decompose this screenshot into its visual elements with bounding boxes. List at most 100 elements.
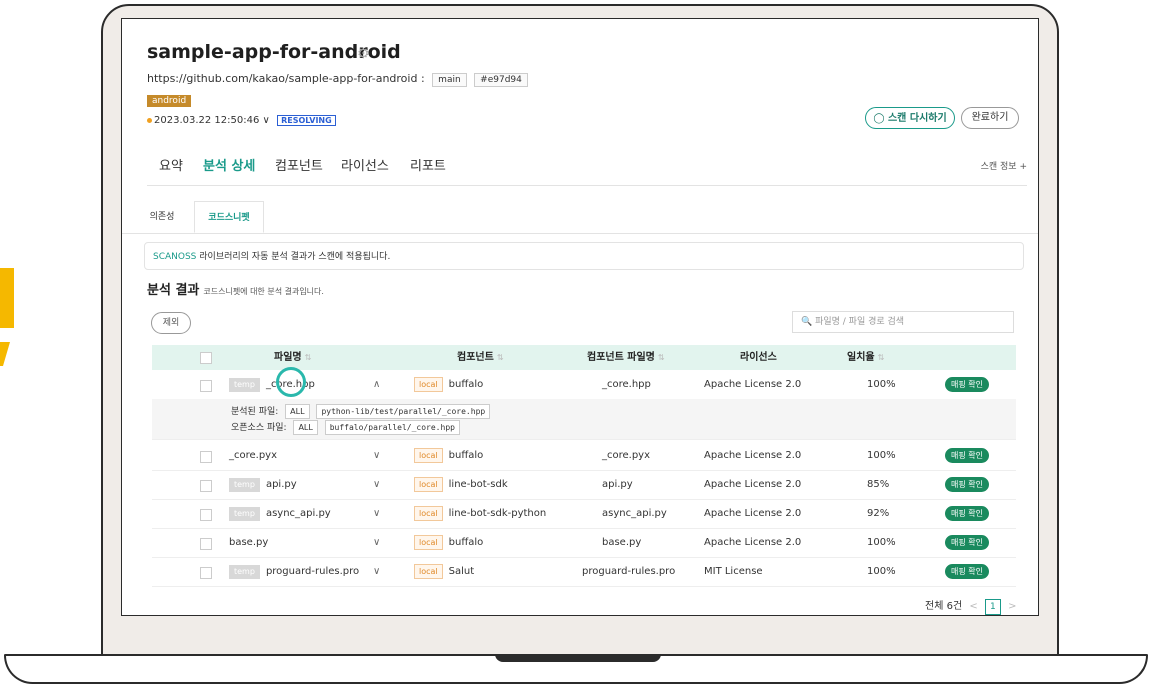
component-name: buffalo [448,379,484,390]
scope-tag: local [414,377,443,392]
file-name: async_api.py [265,508,331,519]
tab-analysis-detail[interactable]: 분석 상세 [203,155,255,174]
col-component[interactable]: 컴포넌트 ⇅ [457,345,504,370]
component-file: proguard-rules.pro [582,566,676,577]
license: MIT License [704,566,763,577]
chevron-down-icon[interactable]: ∨ [373,471,380,499]
table-row[interactable]: temp api.py ∨ local line-bot-sdk api.py Ap… [152,471,1016,500]
done-button[interactable]: 완료하기 [961,107,1019,129]
license: Apache License 2.0 [704,537,802,548]
table-row[interactable]: temp async_api.py ∨ local line-bot-sdk-pyt… [152,500,1016,529]
main-tabs: 요약 분석 상세 컴포넌트 라이선스 리포트 스캔 정보 + [147,155,1027,186]
sort-icon: ⇅ [657,353,665,362]
license: Apache License 2.0 [704,508,802,519]
sort-icon: ⇅ [496,353,504,362]
table-header: 파일명 ⇅ 컴포넌트 ⇅ 컴포넌트 파일명 ⇅ 라이선스 일치율 ⇅ [152,345,1016,370]
table-row[interactable]: _core.pyx ∨ local buffalo _core.pyx Apach… [152,442,1016,471]
sort-icon: ⇅ [877,353,885,362]
mapping-check-button[interactable]: 매핑 확인 [945,448,989,463]
repo-url[interactable]: https://github.com/kakao/sample-app-for-… [147,72,417,85]
row-checkbox[interactable] [200,567,212,579]
page-1-button[interactable]: 1 [984,599,1001,615]
match-rate: 85% [867,479,890,490]
temp-tag: temp [229,507,260,521]
chevron-down-icon[interactable]: ∨ [373,500,380,528]
component-name: line-bot-sdk-python [448,508,547,519]
component-name: buffalo [448,450,484,461]
row-checkbox[interactable] [200,538,212,550]
analyzed-scope-chip: ALL [285,404,310,419]
row-checkbox[interactable] [200,380,212,392]
table-row[interactable]: temp proguard-rules.pro ∨ local Salut prog… [152,558,1016,587]
license: Apache License 2.0 [704,450,802,461]
file-name: base.py [229,537,269,548]
app-screen: sample-app-for-android ⚙ https://github.… [121,18,1039,616]
temp-tag: temp [229,565,260,579]
row-checkbox[interactable] [200,480,212,492]
match-rate: 100% [867,450,896,461]
component-file: _core.pyx [602,450,651,461]
gear-icon[interactable]: ⚙ [357,46,370,62]
license: Apache License 2.0 [704,479,802,490]
tab-report[interactable]: 리포트 [410,155,446,174]
results-description: 코드스니펫에 대한 분석 결과입니다. [203,287,324,296]
component-file: api.py [602,479,633,490]
repo-url-line: https://github.com/kakao/sample-app-for-… [147,72,528,87]
col-match[interactable]: 일치율 ⇅ [847,345,884,370]
component-file: base.py [602,537,642,548]
component-name: Salut [448,566,475,577]
subtab-code-snippet[interactable]: 코드스니펫 [194,201,264,233]
temp-tag: temp [229,478,260,492]
analyzed-file-label: 분석된 파일: [231,407,279,417]
component-file: _core.hpp [602,379,651,390]
license: Apache License 2.0 [704,379,802,390]
notice-banner: SCANOSS 라이브러리의 자동 분석 결과가 스캔에 적용됩니다. [144,242,1024,270]
chevron-down-icon[interactable]: ∨ [263,115,270,126]
scan-info-link[interactable]: 스캔 정보 + [981,159,1027,172]
notice-highlight: SCANOSS [153,252,197,262]
chevron-down-icon[interactable]: ∨ [373,558,380,586]
commit-chip: #e97d94 [474,73,528,87]
exclude-button[interactable]: 제외 [151,312,191,334]
row-checkbox[interactable] [200,509,212,521]
subtab-dependencies[interactable]: 의존성 [140,201,184,233]
col-component-file[interactable]: 컴포넌트 파일명 ⇅ [587,345,665,370]
chevron-up-icon[interactable]: ∧ [373,371,380,399]
scope-tag: local [414,535,443,550]
chevron-down-icon[interactable]: ∨ [373,529,380,557]
select-all-checkbox[interactable] [200,352,212,364]
next-page-icon[interactable]: > [1008,601,1016,612]
prev-page-icon[interactable]: < [969,601,977,612]
mapping-check-button[interactable]: 매핑 확인 [945,477,989,492]
match-rate: 92% [867,508,890,519]
highlight-ring [276,367,306,397]
notice-text: 라이브러리의 자동 분석 결과가 스캔에 적용됩니다. [196,252,391,262]
row-checkbox[interactable] [200,451,212,463]
platform-tag: android [147,95,192,107]
rescan-button[interactable]: ◯ 스캔 다시하기 [865,107,955,129]
decorative-accent-bar [0,268,14,328]
file-name: proguard-rules.pro [265,566,360,577]
tab-summary[interactable]: 요약 [159,155,183,174]
tab-components[interactable]: 컴포넌트 [275,155,323,174]
mapping-check-button[interactable]: 매핑 확인 [945,506,989,521]
tab-licenses[interactable]: 라이선스 [341,155,389,174]
scope-tag: local [414,448,443,463]
sort-icon: ⇅ [304,353,312,362]
search-input[interactable]: 🔍 파일명 / 파일 경로 검색 [792,311,1014,333]
decorative-accent-mark [0,342,10,366]
mapping-check-button[interactable]: 매핑 확인 [945,377,989,392]
oss-scope-chip: ALL [293,420,318,435]
scope-tag: local [414,477,443,492]
analyzed-file-path: python-lib/test/parallel/_core.hpp [316,404,491,419]
sub-tabs: 의존성 코드스니펫 [122,201,1038,234]
table-row[interactable]: base.py ∨ local buffalo base.py Apache Li… [152,529,1016,558]
laptop-notch [495,654,661,662]
component-name: buffalo [448,537,484,548]
component-name: line-bot-sdk [448,479,508,490]
mapping-check-button[interactable]: 매핑 확인 [945,535,989,550]
chevron-down-icon[interactable]: ∨ [373,442,380,470]
match-rate: 100% [867,537,896,548]
mapping-check-button[interactable]: 매핑 확인 [945,564,989,579]
pagination: 전체 6건 < 1 > [925,597,1021,615]
